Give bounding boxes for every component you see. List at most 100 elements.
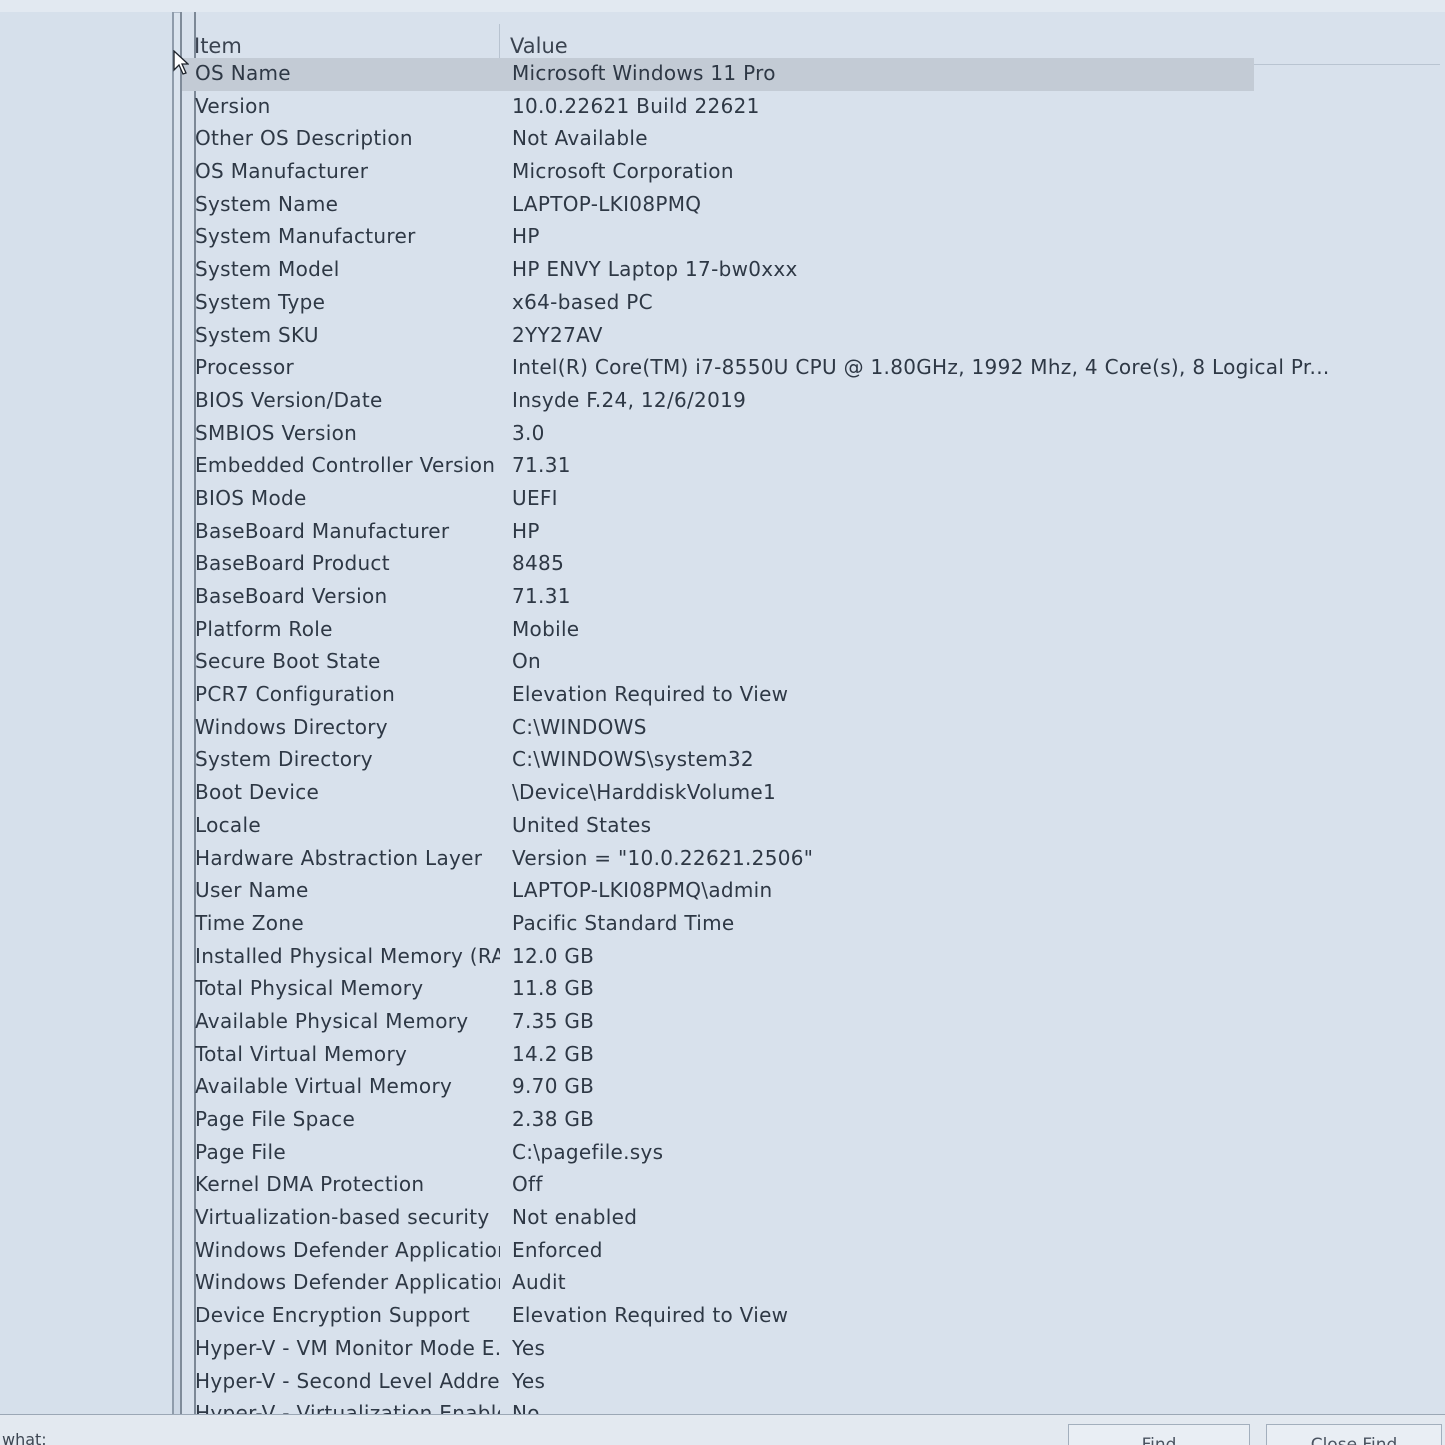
row-value: 71.31 (512, 584, 571, 608)
row-item: System Type (195, 289, 326, 314)
row-value: 11.8 GB (512, 976, 595, 1001)
table-row[interactable]: User Name LAPTOP-LKI08PMQ\admin (182, 875, 1442, 908)
row-item: SMBIOS Version (195, 420, 358, 445)
row-value: LAPTOP-LKI08PMQ\admin (512, 878, 773, 903)
row-item: Total Virtual Memory (195, 1041, 408, 1066)
table-row[interactable]: OS Manufacturer Microsoft Corporation (182, 156, 1442, 189)
table-row[interactable]: BaseBoard Product 8485 (182, 548, 1442, 581)
table-row[interactable]: OS Name Microsoft Windows 11 Pro (182, 58, 1254, 91)
table-row[interactable]: Windows Defender Application... Enforced (182, 1235, 1442, 1268)
table-row[interactable]: Total Physical Memory 11.8 GB (182, 973, 1442, 1006)
row-value: Not Available (512, 126, 648, 151)
table-row[interactable]: Embedded Controller Version 71.31 (182, 450, 1442, 483)
row-value: Mobile (512, 616, 580, 641)
row-value: HP ENVY Laptop 17-bw0xxx (512, 257, 798, 282)
table-row[interactable]: System Model HP ENVY Laptop 17-bw0xxx (182, 254, 1442, 287)
row-value: Elevation Required to View (512, 682, 789, 707)
table-row[interactable]: Hyper-V - Second Level Addres... Yes (182, 1366, 1442, 1399)
table-row[interactable]: PCR7 Configuration Elevation Required to … (182, 679, 1442, 712)
table-row[interactable]: System Name LAPTOP-LKI08PMQ (182, 189, 1442, 222)
table-row[interactable]: Version 10.0.22621 Build 22621 (182, 91, 1442, 124)
row-value: 10.0.22621 Build 22621 (512, 93, 760, 118)
details-pane[interactable]: Item Value OS Name Microsoft Windows 11 P… (180, 12, 1445, 1425)
table-row[interactable]: Locale United States (182, 810, 1442, 843)
row-value: Pacific Standard Time (512, 910, 735, 935)
table-row[interactable]: Other OS Description Not Available (182, 123, 1442, 156)
row-value: 2.38 GB (512, 1107, 595, 1131)
category-tree-pane[interactable] (0, 12, 174, 1414)
find-bar: what: Find Close Find (0, 1414, 1445, 1445)
table-row[interactable]: Installed Physical Memory (RAM) 12.0 GB (182, 941, 1442, 974)
table-row[interactable]: Device Encryption Support Elevation Requi… (182, 1300, 1442, 1333)
table-row[interactable]: Total Virtual Memory 14.2 GB (182, 1039, 1442, 1072)
row-value: Microsoft Corporation (512, 159, 734, 184)
row-value: Yes (512, 1335, 546, 1360)
table-row[interactable]: Page File Space 2.38 GB (182, 1104, 1442, 1137)
table-row[interactable]: Processor Intel(R) Core(TM) i7-8550U CPU … (182, 352, 1442, 385)
row-item: Locale (195, 812, 261, 837)
row-value: Enforced (512, 1237, 603, 1262)
table-row[interactable]: BaseBoard Manufacturer HP (182, 516, 1442, 549)
close-find-button[interactable]: Close Find (1266, 1424, 1442, 1445)
row-value: HP (512, 224, 540, 249)
row-value: LAPTOP-LKI08PMQ (512, 191, 702, 216)
row-item: BaseBoard Product (195, 551, 390, 576)
row-item: Virtualization-based security (195, 1205, 490, 1230)
table-row[interactable]: Hyper-V - VM Monitor Mode E... Yes (182, 1333, 1442, 1366)
table-row[interactable]: Platform Role Mobile (182, 614, 1442, 647)
table-row[interactable]: BIOS Mode UEFI (182, 483, 1442, 516)
table-row[interactable]: Available Virtual Memory 9.70 GB (182, 1071, 1442, 1104)
row-item: Embedded Controller Version (195, 453, 496, 478)
table-row[interactable]: System Manufacturer HP (182, 221, 1442, 254)
row-value: Intel(R) Core(TM) i7-8550U CPU @ 1.80GHz… (512, 355, 1330, 380)
row-value: 71.31 (512, 453, 571, 478)
table-row[interactable]: System SKU 2YY27AV (182, 320, 1442, 353)
row-item: Windows Defender Application... (195, 1237, 500, 1262)
row-value: \Device\HarddiskVolume1 (512, 780, 776, 805)
table-row[interactable]: Boot Device \Device\HarddiskVolume1 (182, 777, 1442, 810)
mouse-pointer-icon (173, 50, 189, 75)
table-row[interactable]: Windows Directory C:\WINDOWS (182, 712, 1442, 745)
row-value: 7.35 GB (512, 1008, 595, 1033)
row-value: United States (512, 812, 652, 837)
row-item: Total Physical Memory (195, 976, 424, 1001)
table-row[interactable]: System Directory C:\WINDOWS\system32 (182, 744, 1442, 777)
row-item: System SKU (195, 322, 319, 347)
row-item: Hardware Abstraction Layer (195, 845, 483, 870)
row-item: PCR7 Configuration (195, 682, 396, 707)
row-item: Available Virtual Memory (195, 1074, 453, 1099)
row-item: BIOS Mode (195, 485, 307, 510)
row-item: Other OS Description (195, 126, 413, 151)
system-information-window: Item Value OS Name Microsoft Windows 11 P… (0, 0, 1445, 1445)
table-row[interactable]: Secure Boot State On (182, 646, 1442, 679)
table-row[interactable]: BIOS Version/Date Insyde F.24, 12/6/2019 (182, 385, 1442, 418)
table-row[interactable]: Time Zone Pacific Standard Time (182, 908, 1442, 941)
row-value: 2YY27AV (512, 322, 603, 347)
row-value: Insyde F.24, 12/6/2019 (512, 387, 747, 412)
row-value: Elevation Required to View (512, 1303, 789, 1328)
table-row[interactable]: Kernel DMA Protection Off (182, 1169, 1442, 1202)
table-row[interactable]: Page File C:\pagefile.sys (182, 1137, 1442, 1170)
table-row[interactable]: SMBIOS Version 3.0 (182, 418, 1442, 451)
row-item: Installed Physical Memory (RAM) (195, 943, 500, 968)
table-row[interactable]: Virtualization-based security Not enabled (182, 1202, 1442, 1235)
row-item: BaseBoard Version (195, 584, 388, 608)
find-what-label: what: (2, 1430, 47, 1445)
row-item: Version (195, 93, 271, 118)
column-header-item[interactable]: Item (194, 34, 242, 58)
details-list[interactable]: OS Name Microsoft Windows 11 Pro Version 10… (182, 58, 1442, 1431)
table-row[interactable]: Windows Defender Application... Audit (182, 1267, 1442, 1300)
row-item: System Model (195, 257, 340, 282)
table-row[interactable]: Available Physical Memory 7.35 GB (182, 1006, 1442, 1039)
column-header-value[interactable]: Value (510, 34, 568, 58)
table-row[interactable]: BaseBoard Version 71.31 (182, 581, 1442, 614)
find-button[interactable]: Find (1068, 1424, 1250, 1445)
table-row[interactable]: Hardware Abstraction Layer Version = "10.… (182, 843, 1442, 876)
table-row[interactable]: System Type x64-based PC (182, 287, 1442, 320)
row-item: System Name (195, 191, 339, 216)
row-value: Audit (512, 1270, 566, 1295)
row-value: x64-based PC (512, 289, 653, 314)
row-value: 3.0 (512, 420, 545, 445)
row-value: UEFI (512, 485, 558, 510)
row-item: Hyper-V - Second Level Addres... (195, 1368, 500, 1393)
